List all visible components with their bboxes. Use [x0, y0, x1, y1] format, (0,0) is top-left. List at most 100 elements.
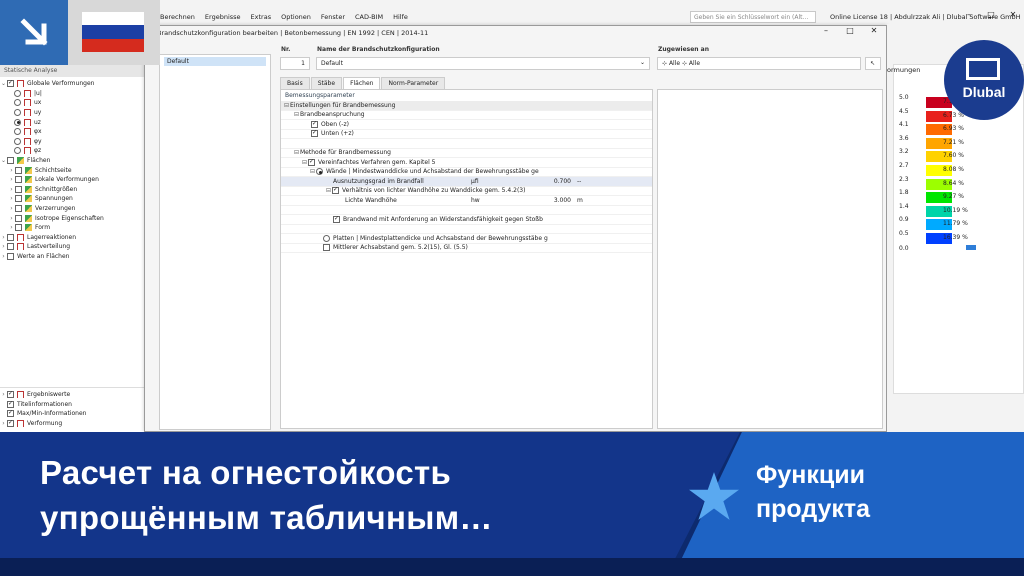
collapse-icon[interactable]: ⊟	[309, 168, 316, 175]
chevron-right-icon[interactable]: ›	[0, 420, 7, 427]
close-icon[interactable]: ✕	[862, 26, 886, 35]
keyword-search-input[interactable]: Geben Sie ein Schlüsselwort ein (Alt...	[690, 11, 816, 23]
wall-height-value[interactable]: 3.000	[541, 197, 571, 204]
collapse-icon[interactable]: ⊟	[293, 111, 300, 118]
grid-row[interactable]: Mittlerer Achsabstand gem. 5.2(15), Gl. …	[281, 244, 652, 253]
chevron-right-icon[interactable]: ›	[8, 205, 15, 212]
checkbox[interactable]	[15, 214, 22, 222]
chevron-right-icon[interactable]: ›	[8, 186, 15, 193]
checkbox[interactable]	[15, 205, 22, 213]
checkbox[interactable]	[7, 409, 14, 418]
collapse-icon[interactable]: ⊟	[301, 159, 308, 166]
checkbox[interactable]	[15, 176, 22, 184]
menu-hilfe[interactable]: Hilfe	[393, 13, 408, 21]
checkbox[interactable]	[311, 129, 318, 138]
tree-item-phix[interactable]: φx	[0, 127, 159, 137]
expand-chevron-icon[interactable]: ⌄	[0, 157, 7, 164]
tab-standard-parameters[interactable]: Norm-Parameter	[381, 77, 446, 89]
checkbox[interactable]	[323, 244, 330, 252]
radio[interactable]	[14, 147, 21, 155]
menu-extras[interactable]: Extras	[251, 13, 272, 21]
tree-item-internal-forces[interactable]: › Schnittgrößen	[0, 185, 159, 195]
tree-item-values-on-surfaces[interactable]: › Werte an Flächen	[0, 252, 159, 262]
checkbox[interactable]	[7, 400, 14, 408]
checkbox[interactable]	[332, 186, 339, 195]
grid-row[interactable]: ⊟Vereinfachtes Verfahren gem. Kapitel 5	[281, 158, 652, 168]
menu-berechnen[interactable]: Berechnen	[160, 13, 195, 21]
chevron-right-icon[interactable]: ›	[0, 243, 7, 250]
chevron-right-icon[interactable]: ›	[0, 391, 7, 398]
checkbox[interactable]	[15, 166, 22, 174]
radio[interactable]	[14, 99, 21, 107]
checkbox[interactable]	[7, 79, 14, 88]
menu-optionen[interactable]: Optionen	[281, 13, 311, 21]
tree-item-stresses[interactable]: › Spannungen	[0, 194, 159, 204]
tree-item-local-deformations[interactable]: › Lokale Verformungen	[0, 175, 159, 185]
tree-item-phiy[interactable]: φy	[0, 137, 159, 147]
select-objects-button[interactable]: ↖	[865, 57, 881, 70]
radio[interactable]	[14, 109, 21, 117]
tab-members[interactable]: Stäbe	[310, 77, 343, 89]
grid-row[interactable]: ⊟Verhältnis von lichter Wandhöhe zu Wand…	[281, 186, 652, 196]
tree-item-surfaces[interactable]: ⌄ Flächen	[0, 156, 159, 166]
checkbox[interactable]	[7, 419, 14, 428]
tree-item-support-reactions[interactable]: › Lagerreaktionen	[0, 233, 159, 243]
tree-item-global-deformations[interactable]: ⌄Globale Verformungen	[0, 79, 159, 89]
tree-item-maxmin-info[interactable]: Max/Min-Informationen	[0, 409, 160, 419]
grid-row[interactable]: Oben (-z)	[281, 120, 652, 130]
menu-cad-bim[interactable]: CAD-BIM	[355, 13, 383, 21]
tree-item-ux[interactable]: ux	[0, 98, 159, 108]
checkbox[interactable]	[7, 243, 14, 251]
tree-item-uy[interactable]: uy	[0, 108, 159, 118]
tab-surfaces[interactable]: Flächen	[343, 77, 381, 89]
tree-item-load-distribution[interactable]: › Lastverteilung	[0, 242, 159, 252]
grid-row[interactable]: Lichte Wandhöhe hw 3.000 m	[281, 196, 652, 206]
close-icon[interactable]: ✕	[1002, 10, 1024, 19]
chevron-right-icon[interactable]: ›	[8, 215, 15, 222]
tree-item-strains[interactable]: › Verzerrungen	[0, 204, 159, 214]
checkbox[interactable]	[15, 224, 22, 232]
radio[interactable]	[14, 118, 21, 126]
tree-item-phiz[interactable]: φz	[0, 146, 159, 156]
chevron-right-icon[interactable]: ›	[8, 224, 15, 231]
checkbox[interactable]	[15, 195, 22, 203]
maximize-icon[interactable]: □	[838, 26, 862, 35]
no-field[interactable]: 1	[280, 57, 310, 70]
collapse-icon[interactable]: ⊟	[293, 149, 300, 156]
radio[interactable]	[14, 137, 21, 145]
tree-item-shape[interactable]: › Form	[0, 223, 159, 233]
checkbox[interactable]	[311, 120, 318, 128]
collapse-icon[interactable]: ⊟	[283, 102, 290, 109]
checkbox[interactable]	[308, 158, 315, 166]
tree-item-result-values[interactable]: ›Ergebniswerte	[0, 390, 160, 400]
checkbox[interactable]	[7, 252, 14, 260]
collapse-icon[interactable]: ⊟	[325, 187, 332, 194]
minimize-icon[interactable]: –	[814, 26, 838, 35]
checkbox[interactable]	[7, 390, 14, 399]
configuration-list-item[interactable]: Default	[164, 57, 266, 66]
tree-item-deformation[interactable]: ›Verformung	[0, 419, 160, 429]
radio[interactable]	[14, 89, 21, 97]
checkbox[interactable]	[15, 185, 22, 193]
chevron-right-icon[interactable]: ›	[8, 195, 15, 202]
assigned-field[interactable]: ⊹ Alle ⊹ Alle	[657, 57, 861, 70]
minimize-icon[interactable]: –	[958, 10, 980, 19]
chevron-right-icon[interactable]: ›	[8, 176, 15, 183]
utilization-value[interactable]: 0.700	[541, 178, 571, 185]
grid-row[interactable]: Brandwand mit Anforderung an Widerstands…	[281, 215, 652, 225]
chevron-right-icon[interactable]: ›	[0, 234, 7, 241]
chevron-right-icon[interactable]: ›	[0, 253, 7, 260]
tree-item-isotropic-properties[interactable]: › Isotrope Eigenschaften	[0, 213, 159, 223]
tree-item-u[interactable]: |u|	[0, 89, 159, 99]
checkbox[interactable]	[7, 157, 14, 165]
chevron-down-icon[interactable]: ⌄	[640, 59, 645, 66]
tree-item-layer-side[interactable]: › Schichtseite	[0, 165, 159, 175]
grid-row[interactable]: Unten (+z)	[281, 129, 652, 139]
radio[interactable]	[323, 234, 330, 242]
name-field[interactable]: Default ⌄	[316, 57, 650, 70]
grid-row[interactable]: ⊟ Wände | Mindestwanddicke und Achsabstan…	[281, 168, 652, 177]
radio[interactable]	[316, 168, 323, 176]
expand-chevron-icon[interactable]: ⌄	[0, 80, 7, 87]
grid-row[interactable]: Ausnutzungsgrad im Brandfall μfi 0.700 --	[281, 177, 652, 187]
tab-basis[interactable]: Basis	[280, 77, 310, 89]
